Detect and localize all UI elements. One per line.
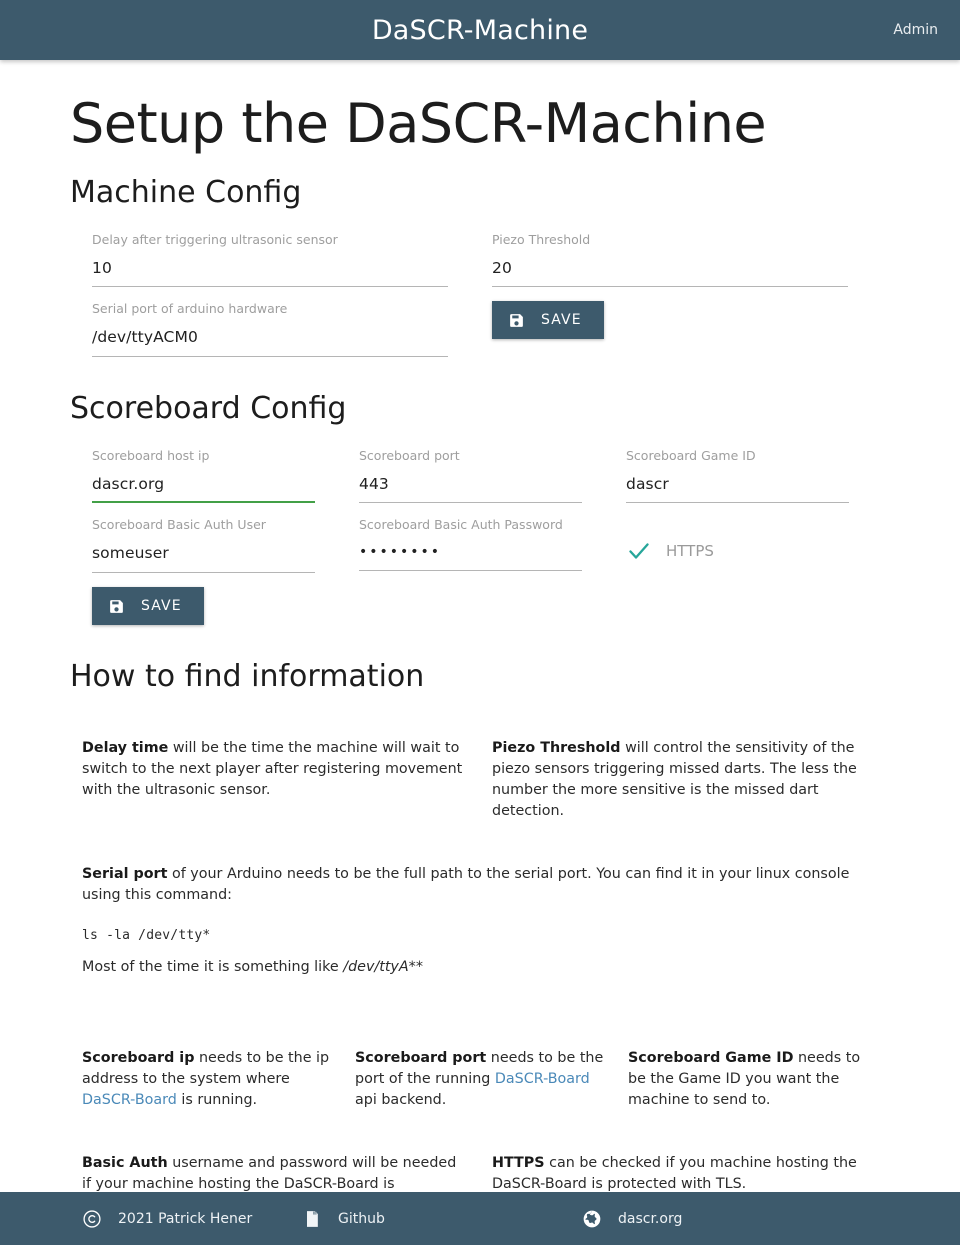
- field-serial-port: Serial port of arduino hardware /dev/tty…: [70, 287, 470, 357]
- info-row-2: Serial port of your Arduino needs to be …: [70, 850, 890, 978]
- field-scoreboard-port-input[interactable]: 443: [359, 475, 582, 504]
- info-delay-time-term: Delay time: [82, 740, 169, 757]
- scoreboard-config-save-wrap: SAVE: [70, 573, 337, 626]
- info-row-3: Scoreboard ip needs to be the ip address…: [70, 1034, 890, 1111]
- field-serial-port-label: Serial port of arduino hardware: [92, 301, 288, 317]
- info-piezo-threshold-text: Piezo Threshold will control the sensiti…: [492, 738, 878, 822]
- scoreboard-config-save-button[interactable]: SAVE: [92, 587, 204, 626]
- info-heading: How to find information: [70, 659, 425, 695]
- field-delay: Delay after triggering ultrasonic sensor…: [70, 218, 470, 288]
- info-basic-auth-term: Basic Auth: [82, 1155, 168, 1172]
- footer-github-label: Github: [338, 1210, 385, 1227]
- info-row-1: Delay time will be the time the machine …: [70, 724, 890, 822]
- https-checkbox[interactable]: HTTPS: [604, 503, 871, 573]
- scoreboard-config-heading: Scoreboard Config: [70, 390, 347, 426]
- field-piezo-threshold-label: Piezo Threshold: [492, 231, 591, 247]
- info-scoreboard-ip: Scoreboard ip needs to be the ip address…: [70, 1034, 343, 1111]
- field-scoreboard-game-id: Scoreboard Game ID dascr: [604, 434, 871, 504]
- info-scoreboard-port-term: Scoreboard port: [355, 1050, 487, 1067]
- field-scoreboard-host-ip: Scoreboard host ip dascr.org: [70, 434, 337, 504]
- field-scoreboard-game-id-input[interactable]: dascr: [626, 475, 849, 504]
- machine-config-save-label: SAVE: [541, 312, 582, 329]
- dascr-board-link[interactable]: DaSCR-Board: [82, 1092, 177, 1108]
- field-basic-auth-password-label: Scoreboard Basic Auth Password: [359, 517, 563, 533]
- field-serial-port-input[interactable]: /dev/ttyACM0: [92, 328, 448, 357]
- https-checkbox-label: HTTPS: [666, 542, 714, 561]
- info-serial-port: Serial port of your Arduino needs to be …: [70, 850, 890, 978]
- info-delay-time: Delay time will be the time the machine …: [70, 724, 480, 822]
- field-basic-auth-user-input[interactable]: someuser: [92, 544, 315, 574]
- field-basic-auth-user: Scoreboard Basic Auth User someuser: [70, 503, 337, 574]
- info-serial-port-note-pre: Most of the time it is something like: [82, 959, 344, 976]
- page-title: Setup the DaSCR-Machine: [70, 92, 767, 155]
- field-piezo-threshold-input[interactable]: 20: [492, 259, 848, 288]
- check-icon: [626, 538, 652, 564]
- field-basic-auth-password: Scoreboard Basic Auth Password ••••••••: [337, 503, 604, 573]
- field-delay-input[interactable]: 10: [92, 259, 448, 288]
- info-serial-port-command: ls -la /dev/tty*: [82, 928, 211, 944]
- field-scoreboard-port: Scoreboard port 443: [337, 434, 604, 504]
- info-scoreboard-game-id: Scoreboard Game ID needs to be the Game …: [616, 1034, 889, 1111]
- footer-copyright-label: 2021 Patrick Hener: [118, 1210, 253, 1227]
- machine-config-save-wrap: SAVE: [470, 287, 870, 357]
- save-icon: [508, 312, 525, 329]
- info-scoreboard-ip-text: Scoreboard ip needs to be the ip address…: [82, 1048, 331, 1111]
- info-serial-port-term: Serial port: [82, 866, 168, 883]
- admin-menu-link[interactable]: Admin: [893, 22, 938, 38]
- info-section: Delay time will be the time the machine …: [70, 724, 890, 1216]
- top-navbar: DaSCR-Machine Admin: [0, 0, 960, 60]
- info-scoreboard-ip-part2: is running.: [176, 1092, 258, 1109]
- app-title: DaSCR-Machine: [371, 14, 589, 46]
- main-content: Setup the DaSCR-Machine Machine Config D…: [0, 92, 960, 1216]
- info-https-term: HTTPS: [492, 1155, 545, 1172]
- machine-config-save-button[interactable]: SAVE: [492, 301, 604, 340]
- app-root: DaSCR-Machine Admin Setup the DaSCR-Mach…: [0, 0, 960, 1245]
- github-icon: [302, 1209, 322, 1229]
- info-https-text: HTTPS can be checked if you machine host…: [492, 1153, 878, 1195]
- field-basic-auth-password-input[interactable]: ••••••••: [359, 544, 582, 572]
- info-serial-port-body: of your Arduino needs to be the full pat…: [82, 866, 850, 904]
- footer-website-label: dascr.org: [618, 1210, 683, 1227]
- field-scoreboard-port-label: Scoreboard port: [359, 447, 460, 463]
- field-piezo-threshold: Piezo Threshold 20: [470, 218, 870, 288]
- machine-config-form: Delay after triggering ultrasonic sensor…: [70, 218, 890, 357]
- scoreboard-config-form: Scoreboard host ip dascr.org Scoreboard …: [70, 434, 890, 626]
- field-delay-label: Delay after triggering ultrasonic sensor: [92, 231, 338, 247]
- footer-copyright: 2021 Patrick Hener: [0, 1209, 280, 1229]
- info-piezo-threshold: Piezo Threshold will control the sensiti…: [480, 724, 890, 822]
- info-serial-port-text: Serial port of your Arduino needs to be …: [82, 864, 878, 906]
- footer: 2021 Patrick Hener Github dascr.org: [0, 1192, 960, 1245]
- field-scoreboard-game-id-label: Scoreboard Game ID: [626, 447, 756, 463]
- save-icon: [108, 598, 125, 615]
- info-scoreboard-port-text: Scoreboard port needs to be the port of …: [355, 1048, 604, 1111]
- info-delay-time-text: Delay time will be the time the machine …: [82, 738, 468, 801]
- info-scoreboard-port-part2: api backend.: [355, 1092, 447, 1109]
- info-https-body: can be checked if you machine hosting th…: [492, 1155, 857, 1193]
- info-scoreboard-game-id-text: Scoreboard Game ID needs to be the Game …: [628, 1048, 877, 1111]
- info-scoreboard-ip-term: Scoreboard ip: [82, 1050, 195, 1067]
- footer-github-link[interactable]: Github: [280, 1209, 560, 1229]
- machine-config-heading: Machine Config: [70, 174, 302, 210]
- field-scoreboard-host-ip-label: Scoreboard host ip: [92, 447, 210, 463]
- info-scoreboard-game-id-term: Scoreboard Game ID: [628, 1050, 794, 1067]
- scoreboard-config-save-label: SAVE: [141, 598, 182, 615]
- field-basic-auth-user-label: Scoreboard Basic Auth User: [92, 517, 266, 533]
- info-scoreboard-port: Scoreboard port needs to be the port of …: [343, 1034, 616, 1111]
- copyright-icon: [82, 1209, 102, 1229]
- info-piezo-threshold-term: Piezo Threshold: [492, 740, 621, 757]
- dascr-board-link[interactable]: DaSCR-Board: [495, 1071, 590, 1087]
- field-scoreboard-host-ip-input[interactable]: dascr.org: [92, 475, 315, 504]
- globe-icon: [582, 1209, 602, 1229]
- info-serial-port-note: Most of the time it is something like /d…: [82, 957, 878, 978]
- info-serial-port-note-example: /dev/ttyA**: [343, 959, 423, 976]
- footer-website-link[interactable]: dascr.org: [560, 1209, 840, 1229]
